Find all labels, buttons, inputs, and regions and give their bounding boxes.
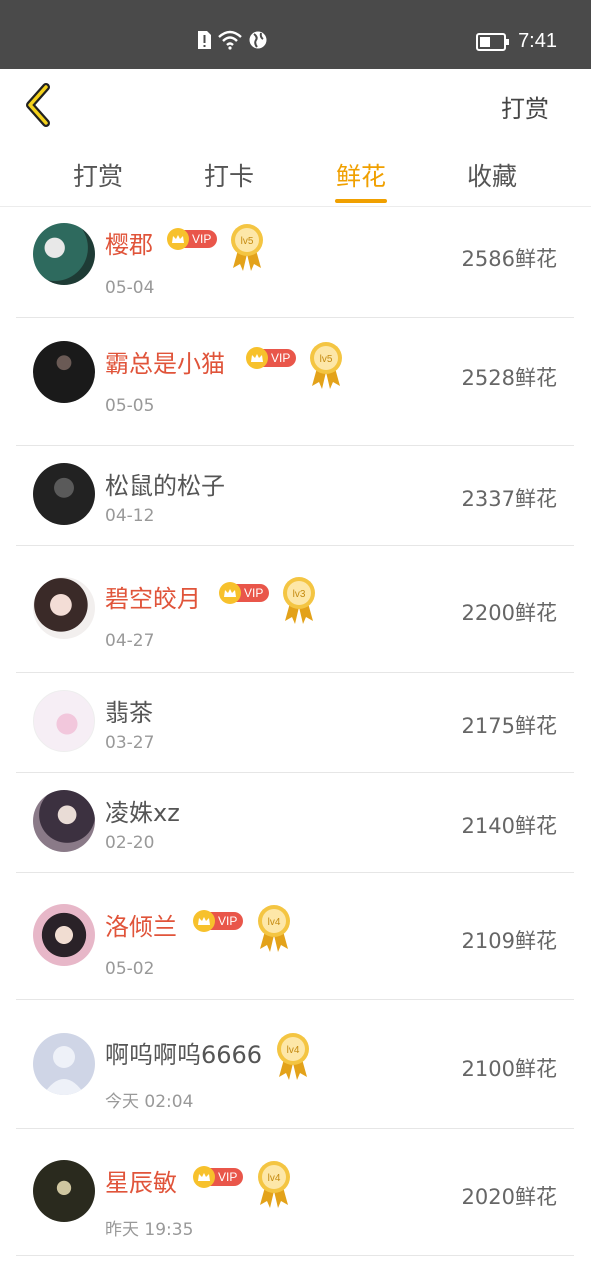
crown-icon (219, 582, 241, 604)
list-item[interactable]: 凌姝xz 02-20 2140鲜花 (16, 773, 574, 873)
flower-count: 2337鲜花 (461, 487, 557, 511)
battery-status: 7:41 (476, 30, 557, 53)
avatar[interactable] (33, 690, 95, 752)
flower-count: 2020鲜花 (461, 1185, 557, 1209)
level-label: lv4 (268, 917, 281, 928)
date: 04-12 (105, 506, 155, 526)
list-item[interactable]: 霸总是小猫 VIP lv5 05-05 2528鲜花 (16, 318, 574, 446)
date: 05-04 (105, 278, 155, 298)
sim-alert-icon (198, 31, 211, 49)
user-name: 翡茶 (105, 699, 153, 727)
level-medal-icon: lv4 (258, 1161, 290, 1208)
level-label: lv5 (320, 354, 333, 365)
avatar[interactable] (33, 790, 95, 852)
wifi-icon (218, 30, 242, 50)
flower-count: 2586鲜花 (461, 247, 557, 271)
level-label: lv4 (268, 1173, 281, 1184)
list-item[interactable]: 翡茶 03-27 2175鲜花 (16, 673, 574, 773)
avatar[interactable] (33, 1033, 95, 1095)
status-bar: 7:41 (0, 0, 591, 69)
default-avatar-icon (43, 1046, 85, 1095)
flower-count: 2528鲜花 (461, 366, 557, 390)
vip-badge: VIP (219, 582, 270, 604)
list-item[interactable]: 啊呜啊呜6666 lv4 今天 02:04 2100鲜花 (16, 1000, 574, 1129)
tab-checkin[interactable]: 打卡 (196, 157, 262, 193)
date: 04-27 (105, 631, 155, 651)
avatar[interactable] (33, 223, 95, 285)
level-medal-icon: lv4 (277, 1033, 309, 1080)
avatar[interactable] (33, 1160, 95, 1222)
level-label: lv4 (287, 1045, 300, 1056)
chevron-left-icon (26, 83, 50, 127)
tab-indicator (335, 199, 387, 203)
list-item[interactable]: 碧空皎月 VIP lv3 04-27 2200鲜花 (16, 546, 574, 673)
crown-icon (193, 910, 215, 932)
user-name: 啊呜啊呜6666 (105, 1041, 263, 1069)
back-button[interactable] (22, 83, 62, 127)
flower-count: 2200鲜花 (461, 601, 557, 625)
level-label: lv5 (241, 236, 254, 247)
avatar[interactable] (33, 904, 95, 966)
level-medal-icon: lv5 (231, 224, 263, 271)
user-name: 松鼠的松子 (105, 472, 225, 500)
list-item[interactable]: 松鼠的松子 04-12 2337鲜花 (16, 446, 574, 546)
crown-icon (167, 228, 189, 250)
level-medal-icon: lv5 (310, 342, 342, 389)
user-name: 霸总是小猫 (105, 350, 225, 378)
globe-icon (249, 31, 267, 49)
date: 05-05 (105, 396, 155, 416)
list-item[interactable]: 洛倾兰 VIP lv4 05-02 2109鲜花 (16, 873, 574, 1000)
crown-icon (193, 1166, 215, 1188)
flower-count: 2175鲜花 (461, 714, 557, 738)
vip-badge: VIP (193, 1166, 244, 1188)
reward-button[interactable]: 打赏 (501, 89, 549, 124)
battery-icon (476, 32, 510, 51)
crown-icon (246, 347, 268, 369)
date: 02-20 (105, 833, 155, 853)
user-name: 星辰敏 (105, 1169, 177, 1197)
tab-flowers[interactable]: 鲜花 (328, 157, 394, 193)
date: 昨天 19:35 (105, 1220, 194, 1240)
status-icons (196, 30, 268, 50)
level-label: lv3 (293, 589, 306, 600)
user-name: 樱郡 (105, 231, 153, 259)
vip-badge: VIP (246, 347, 297, 369)
top-nav: 打赏 (0, 69, 591, 139)
tab-reward[interactable]: 打赏 (65, 157, 131, 193)
user-name: 凌姝xz (105, 799, 180, 827)
avatar[interactable] (33, 341, 95, 403)
user-name: 洛倾兰 (105, 913, 177, 941)
list-item[interactable]: 樱郡 VIP lv5 05-04 2586鲜花 (16, 208, 574, 318)
date: 今天 02:04 (105, 1092, 194, 1112)
clock: 7:41 (518, 30, 557, 52)
user-name: 碧空皎月 (105, 585, 201, 613)
avatar[interactable] (33, 577, 95, 639)
tab-bar: 打赏 打卡 鲜花 收藏 (0, 139, 591, 207)
vip-badge: VIP (167, 228, 218, 250)
date: 03-27 (105, 733, 155, 753)
vip-badge: VIP (193, 910, 244, 932)
flower-count: 2140鲜花 (461, 814, 557, 838)
level-medal-icon: lv4 (258, 905, 290, 952)
level-medal-icon: lv3 (283, 577, 315, 624)
tab-favorites[interactable]: 收藏 (459, 157, 525, 193)
date: 05-02 (105, 959, 155, 979)
flower-count: 2100鲜花 (461, 1057, 557, 1081)
list-item[interactable]: 星辰敏 VIP lv4 昨天 19:35 2020鲜花 (16, 1129, 574, 1256)
flower-count: 2109鲜花 (461, 929, 557, 953)
flower-ranking-list: 樱郡 VIP lv5 05-04 2586鲜花 霸总是小猫 VIP lv5 05… (16, 208, 574, 1256)
avatar[interactable] (33, 463, 95, 525)
